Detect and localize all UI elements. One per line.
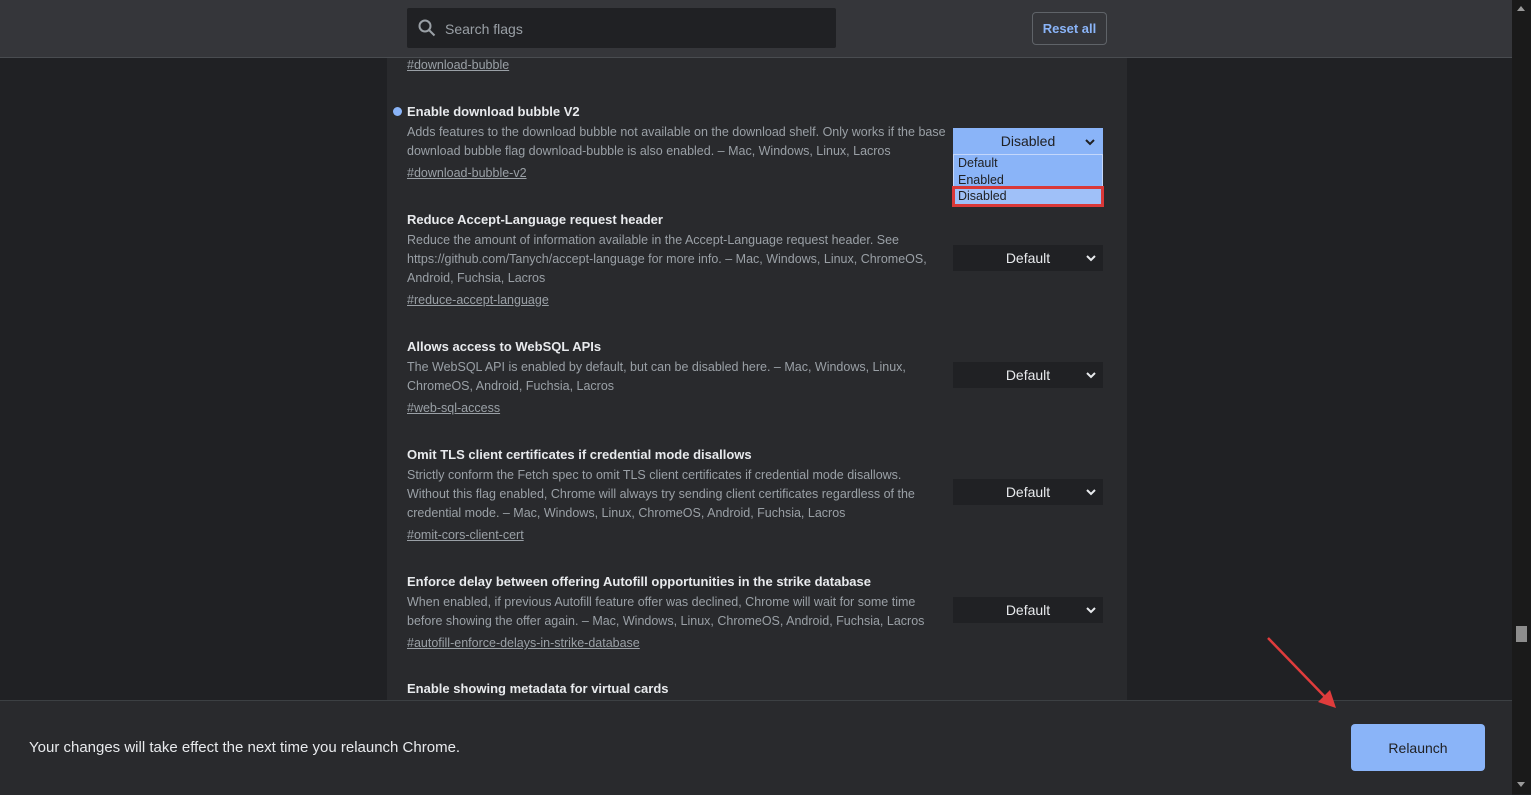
chevron-down-icon bbox=[1086, 607, 1096, 614]
flag-item-web-sql-access: Allows access to WebSQL APIs The WebSQL … bbox=[407, 339, 947, 417]
flag-title: Enable download bubble V2 bbox=[407, 104, 580, 119]
search-input[interactable] bbox=[443, 8, 827, 50]
select-value: Default bbox=[1005, 484, 1051, 500]
chevron-down-icon bbox=[1085, 139, 1095, 146]
flags-header: Reset all bbox=[0, 0, 1512, 58]
flag-description: Reduce the amount of information availab… bbox=[407, 233, 927, 285]
flag-title: Omit TLS client certificates if credenti… bbox=[407, 447, 752, 462]
flag-title: Reduce Accept-Language request header bbox=[407, 212, 663, 227]
flag-item-autofill-enforce-delays: Enforce delay between offering Autofill … bbox=[407, 574, 947, 652]
flag-tag-link[interactable]: #autofill-enforce-delays-in-strike-datab… bbox=[407, 635, 640, 651]
flag-select-web-sql-access[interactable]: Default bbox=[953, 362, 1103, 388]
flag-select-download-bubble-v2[interactable]: Disabled bbox=[953, 128, 1103, 154]
select-value: Default bbox=[1005, 367, 1051, 383]
select-dropdown-menu: Default Enabled Disabled bbox=[952, 154, 1104, 207]
dropdown-option-disabled[interactable]: Disabled bbox=[952, 186, 1104, 207]
flag-description: When enabled, if previous Autofill featu… bbox=[407, 595, 925, 628]
scrollbar-thumb[interactable] bbox=[1516, 626, 1527, 642]
flag-title: Allows access to WebSQL APIs bbox=[407, 339, 602, 354]
page-scrollbar[interactable] bbox=[1512, 0, 1531, 794]
flag-item-reduce-accept-language: Reduce Accept-Language request header Re… bbox=[407, 212, 947, 309]
dropdown-option-default[interactable]: Default bbox=[954, 155, 1102, 172]
flag-select-reduce-accept-language[interactable]: Default bbox=[953, 245, 1103, 271]
modified-indicator-dot bbox=[393, 107, 402, 116]
flag-tag-link[interactable]: #download-bubble bbox=[407, 58, 509, 72]
flag-select-omit-cors-client-cert[interactable]: Default bbox=[953, 479, 1103, 505]
select-value: Disabled bbox=[1000, 133, 1056, 149]
scroll-up-arrow-icon[interactable] bbox=[1517, 6, 1525, 11]
chevron-down-icon bbox=[1086, 372, 1096, 379]
flag-title: Enforce delay between offering Autofill … bbox=[407, 574, 871, 589]
select-value: Default bbox=[1005, 250, 1051, 266]
flags-list: #download-bubble Enable download bubble … bbox=[387, 58, 1127, 700]
flag-item-download-bubble-v2: Enable download bubble V2 Adds features … bbox=[393, 104, 947, 182]
dropdown-option-enabled[interactable]: Enabled bbox=[954, 172, 1102, 189]
chevron-down-icon bbox=[1086, 255, 1096, 262]
chevron-down-icon bbox=[1086, 489, 1096, 496]
flag-tag-link[interactable]: #download-bubble-v2 bbox=[407, 165, 527, 181]
flag-tag-link[interactable]: #reduce-accept-language bbox=[407, 292, 549, 308]
relaunch-footer: Your changes will take effect the next t… bbox=[0, 700, 1512, 795]
flag-tag-link[interactable]: #omit-cors-client-cert bbox=[407, 527, 524, 543]
flag-description: The WebSQL API is enabled by default, bu… bbox=[407, 360, 906, 393]
relaunch-button[interactable]: Relaunch bbox=[1351, 724, 1485, 771]
search-box[interactable] bbox=[407, 8, 836, 50]
relaunch-message: Your changes will take effect the next t… bbox=[29, 739, 461, 756]
select-value: Default bbox=[1005, 602, 1051, 618]
flag-select-autofill-enforce-delays[interactable]: Default bbox=[953, 597, 1103, 623]
flag-title: Enable showing metadata for virtual card… bbox=[407, 681, 669, 696]
flag-item-virtual-card-metadata: Enable showing metadata for virtual card… bbox=[407, 681, 947, 697]
flag-tag-link[interactable]: #web-sql-access bbox=[407, 400, 500, 416]
reset-all-button[interactable]: Reset all bbox=[1032, 12, 1107, 45]
scroll-down-arrow-icon[interactable] bbox=[1517, 782, 1525, 787]
flag-description: Adds features to the download bubble not… bbox=[407, 125, 946, 158]
flag-description: Strictly conform the Fetch spec to omit … bbox=[407, 468, 915, 520]
search-icon bbox=[418, 19, 436, 37]
flag-item-omit-cors-client-cert: Omit TLS client certificates if credenti… bbox=[407, 447, 947, 544]
